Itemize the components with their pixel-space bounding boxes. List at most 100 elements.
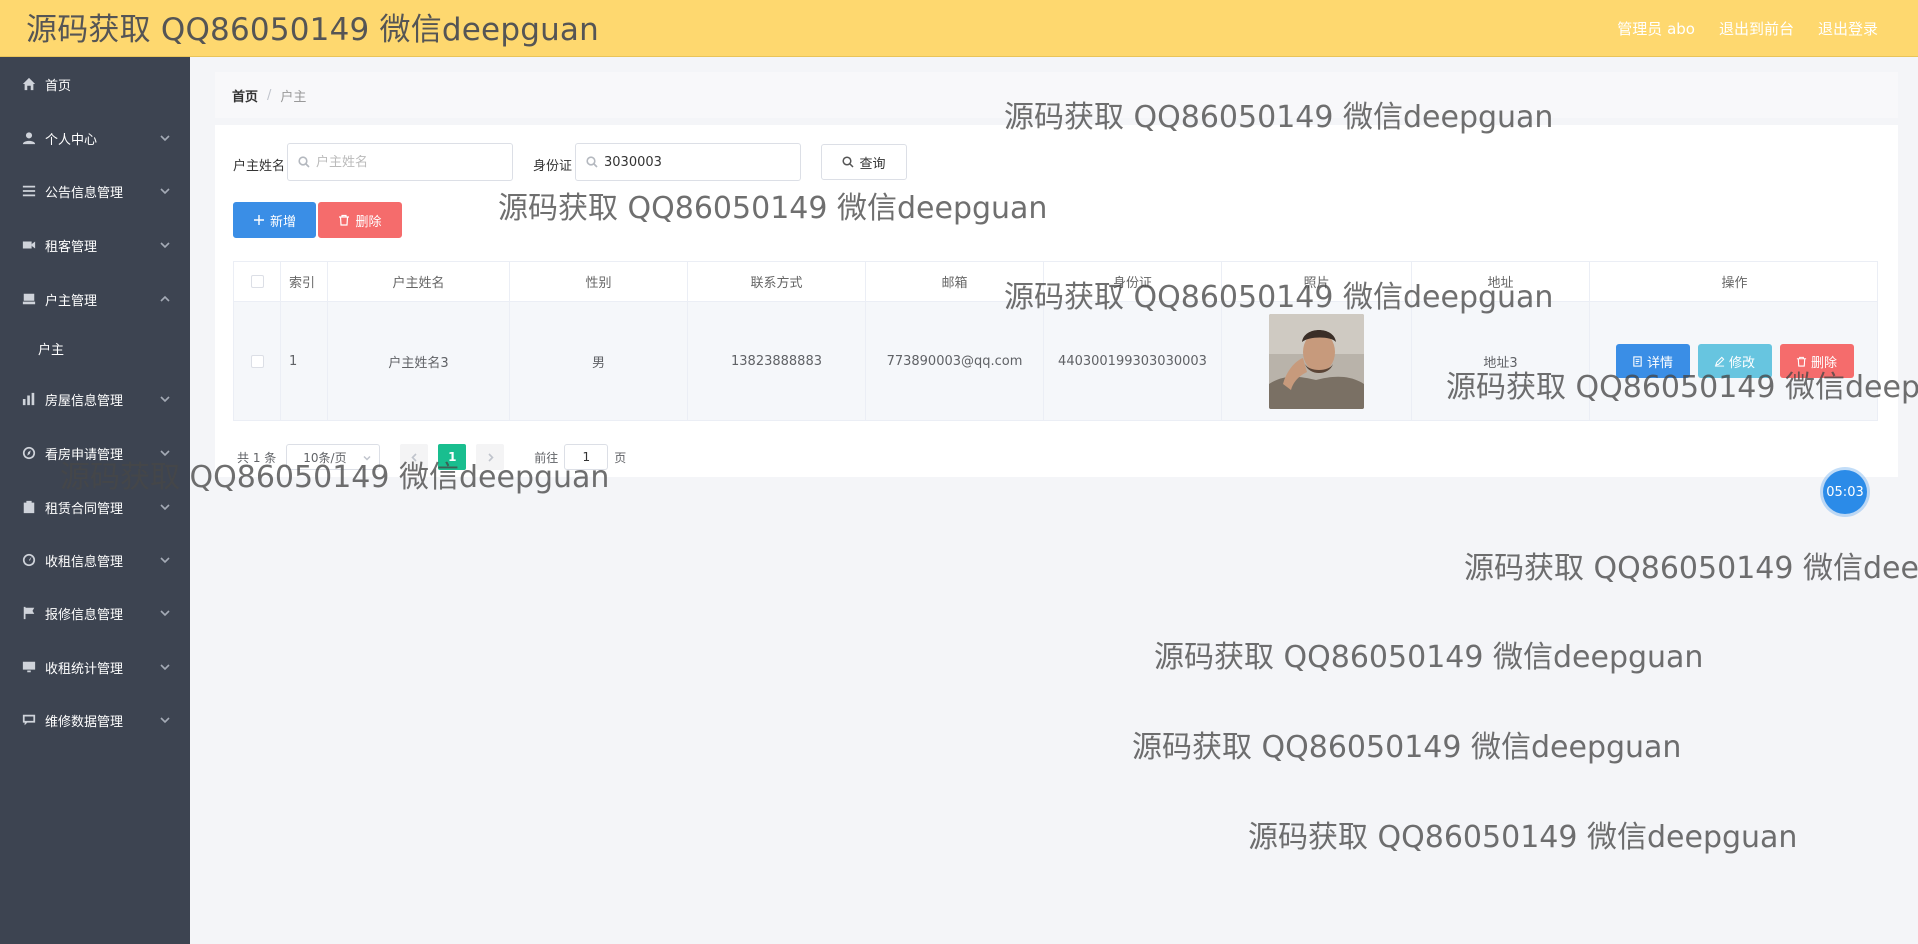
sidebar-item-notice[interactable]: 公告信息管理 <box>0 176 190 206</box>
chevron-down-icon <box>160 132 170 142</box>
tray-icon <box>22 292 36 306</box>
clipboard-icon <box>22 500 36 514</box>
detail-button-label: 详情 <box>1646 355 1673 371</box>
sidebar-item-repair-info[interactable]: 报修信息管理 <box>0 598 190 628</box>
header-actions: 操作 <box>1721 276 1748 291</box>
sidebar-item-tenant[interactable]: 租客管理 <box>0 230 190 260</box>
cell-owner-name: 户主姓名3 <box>328 302 510 420</box>
search-icon <box>842 156 855 168</box>
breadcrumb-separator: / <box>267 87 272 103</box>
chevron-down-icon <box>160 239 170 249</box>
sidebar-item-rent-collection[interactable]: 收租信息管理 <box>0 545 190 575</box>
header-index: 索引 <box>281 262 328 301</box>
sidebar-item-label: 租客管理 <box>45 239 98 255</box>
document-icon <box>1633 355 1642 367</box>
next-page-button[interactable] <box>476 444 505 470</box>
owner-name-search[interactable] <box>287 143 513 181</box>
header-address: 地址 <box>1412 262 1590 301</box>
logout-link[interactable]: 退出登录 <box>1818 18 1878 39</box>
sidebar-item-label: 租赁合同管理 <box>45 501 124 517</box>
chevron-down-icon <box>363 455 371 461</box>
id-card-search[interactable] <box>575 143 801 181</box>
header-phone: 联系方式 <box>688 262 866 301</box>
edit-button[interactable]: 修改 <box>1697 344 1772 378</box>
owner-name-input[interactable] <box>316 154 466 170</box>
delete-button[interactable]: 删除 <box>1779 344 1854 378</box>
owner-photo[interactable] <box>1269 313 1364 409</box>
header-checkbox-cell <box>234 262 281 301</box>
sidebar-item-house-info[interactable]: 房屋信息管理 <box>0 384 190 414</box>
pagination-total: 共 1 条 <box>237 450 277 465</box>
owner-table: 索引 户主姓名 性别 联系方式 邮箱 身份证 照片 地址 操作 1 户主姓名3 … <box>233 261 1878 421</box>
select-all-checkbox[interactable] <box>250 275 264 288</box>
row-checkbox-cell <box>234 302 281 420</box>
sidebar-item-label: 收租统计管理 <box>45 661 124 677</box>
video-icon <box>22 238 36 252</box>
sidebar-item-label: 维修数据管理 <box>45 714 124 730</box>
sidebar-item-personal-center[interactable]: 个人中心 <box>0 123 190 153</box>
cell-email: 773890003@qq.com <box>866 302 1044 420</box>
page-number-current[interactable]: 1 <box>438 444 467 470</box>
add-button[interactable]: 新增 <box>233 202 316 238</box>
cell-index: 1 <box>281 302 328 420</box>
chevron-up-icon <box>160 293 170 303</box>
chevron-right-icon <box>488 452 494 462</box>
plus-icon <box>253 215 264 225</box>
id-card-input[interactable] <box>604 154 754 170</box>
batch-delete-button[interactable]: 删除 <box>318 202 402 238</box>
list-icon <box>22 184 36 198</box>
owner-name-label: 户主姓名 <box>233 159 286 174</box>
sidebar-item-label: 收租信息管理 <box>45 554 124 570</box>
sidebar-subitem-owner[interactable]: 户主 <box>0 333 190 363</box>
sidebar-item-label: 个人中心 <box>45 132 98 148</box>
header-sex: 性别 <box>510 262 688 301</box>
chevron-down-icon <box>160 714 170 724</box>
row-checkbox[interactable] <box>250 354 264 368</box>
monitor-icon <box>22 660 36 674</box>
sidebar-item-home[interactable]: 首页 <box>0 69 190 99</box>
delete-button-label: 删除 <box>1810 355 1837 371</box>
header-photo: 照片 <box>1222 262 1412 301</box>
chat-icon <box>22 713 36 727</box>
header-owner-name: 户主姓名 <box>328 262 510 301</box>
header-links: 管理员 abo 退出到前台 退出登录 <box>1617 18 1878 39</box>
sidebar-item-repair-data[interactable]: 维修数据管理 <box>0 705 190 735</box>
trash-icon <box>1796 356 1807 367</box>
sidebar-item-rent-statistics[interactable]: 收租统计管理 <box>0 652 190 682</box>
chevron-down-icon <box>160 447 170 457</box>
sidebar-item-owner-management[interactable]: 户主管理 <box>0 284 190 314</box>
prev-page-button[interactable] <box>400 444 429 470</box>
query-button[interactable]: 查询 <box>821 144 907 180</box>
admin-user-link[interactable]: 管理员 abo <box>1617 18 1695 39</box>
goto-page-input[interactable] <box>564 444 609 470</box>
timer-badge[interactable]: 05:03 <box>1823 470 1867 514</box>
bar-chart-icon <box>22 392 36 406</box>
sidebar-item-label: 户主管理 <box>45 293 98 309</box>
sidebar-item-viewing-application[interactable]: 看房申请管理 <box>0 438 190 468</box>
table-header: 索引 户主姓名 性别 联系方式 邮箱 身份证 照片 地址 操作 <box>234 262 1877 302</box>
breadcrumb: 首页 / 户主 <box>215 72 1898 118</box>
goto-unit: 页 <box>614 450 627 465</box>
sidebar-item-label: 房屋信息管理 <box>45 393 124 409</box>
edit-icon <box>1714 356 1725 367</box>
cell-actions: 详情 修改 删除 <box>1590 302 1879 420</box>
pagination: 共 1 条 10条/页 1 前往 页 <box>237 443 626 471</box>
sidebar-item-lease-contract[interactable]: 租赁合同管理 <box>0 492 190 522</box>
chevron-down-icon <box>160 393 170 403</box>
back-to-front-link[interactable]: 退出到前台 <box>1719 18 1794 39</box>
top-bar: 源码获取 QQ86050149 微信deepguan 管理员 abo 退出到前台… <box>0 0 1918 57</box>
owner-list-panel: 户主姓名 身份证 查询 新增 删除 索引 户主姓名 性别 <box>215 125 1898 477</box>
chevron-down-icon <box>160 554 170 564</box>
edit-button-label: 修改 <box>1728 355 1755 371</box>
breadcrumb-home[interactable]: 首页 <box>232 86 258 105</box>
sidebar-item-label: 报修信息管理 <box>45 607 124 623</box>
page-size-select[interactable]: 10条/页 <box>286 444 381 470</box>
site-title: 源码获取 QQ86050149 微信deepguan <box>26 12 599 48</box>
detail-button[interactable]: 详情 <box>1615 344 1690 378</box>
header-id-card: 身份证 <box>1044 262 1222 301</box>
cell-photo <box>1222 302 1412 420</box>
table-row: 1 户主姓名3 男 13823888883 773890003@qq.com 4… <box>234 302 1877 420</box>
search-icon <box>586 156 598 168</box>
chevron-down-icon <box>160 501 170 511</box>
breadcrumb-current: 户主 <box>280 89 307 105</box>
